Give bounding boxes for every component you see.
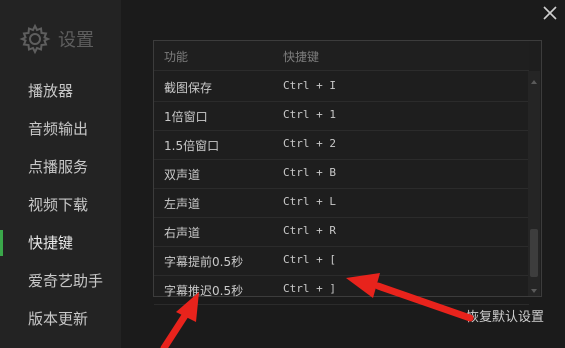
function-cell: 字幕推迟0.5秒 (164, 284, 244, 298)
sidebar-item[interactable]: 播放器 (0, 72, 121, 110)
close-icon (543, 6, 557, 20)
scroll-down-button[interactable] (528, 282, 540, 294)
triangle-up-icon (531, 80, 537, 84)
function-cell: 1倍窗口 (164, 110, 208, 124)
triangle-down-icon (531, 289, 537, 293)
reset-defaults-link[interactable]: 恢复默认设置 (466, 306, 544, 325)
sidebar-item[interactable]: 版本更新 (0, 300, 121, 338)
shortcut-cell[interactable]: Ctrl + B (283, 166, 336, 179)
sidebar-nav: 播放器 音频输出 点播服务 视频下载 快捷键 爱奇艺助手 版本更新 (0, 72, 121, 338)
sidebar-item[interactable]: 爱奇艺助手 (0, 262, 121, 300)
function-cell: 字幕提前0.5秒 (164, 255, 244, 269)
function-cell: 右声道 (164, 226, 201, 240)
shortcut-cell[interactable]: Ctrl + L (283, 195, 336, 208)
shortcut-cell[interactable]: Ctrl + 2 (283, 137, 336, 150)
table-body: 截图保存 Ctrl + I 1倍窗口 Ctrl + 1 1.5倍窗口 Ctrl + 2 双声… (154, 73, 529, 305)
sidebar-item[interactable]: 视频下载 (0, 186, 121, 224)
table-row[interactable]: 双声道 Ctrl + B (154, 160, 529, 189)
scroll-thumb[interactable] (530, 229, 538, 277)
gear-icon (18, 22, 52, 56)
shortcut-cell[interactable]: Ctrl + ] (283, 282, 336, 295)
sidebar: 设置 播放器 音频输出 点播服务 视频下载 快捷键 爱奇艺助手 版本更新 (0, 0, 121, 348)
sidebar-item[interactable]: 快捷键 (0, 224, 121, 262)
function-cell: 截图保存 (164, 81, 213, 95)
shortcut-cell[interactable]: Ctrl + R (283, 224, 336, 237)
table-row[interactable]: 字幕推迟0.5秒 Ctrl + ] (154, 276, 529, 305)
table-row[interactable]: 左声道 Ctrl + L (154, 189, 529, 218)
function-cell: 双声道 (164, 168, 201, 182)
vertical-scrollbar[interactable] (528, 71, 540, 296)
column-header-shortcut: 快捷键 (283, 50, 320, 64)
sidebar-item[interactable]: 点播服务 (0, 148, 121, 186)
table-row[interactable]: 截图保存 Ctrl + I (154, 73, 529, 102)
shortcut-cell[interactable]: Ctrl + I (283, 79, 336, 92)
shortcut-table: 功能 快捷键 截图保存 Ctrl + I 1倍窗口 Ctrl + 1 1.5倍窗口 Ctr… (153, 40, 542, 305)
scroll-up-button[interactable] (528, 73, 540, 85)
table-header: 功能 快捷键 (154, 41, 529, 71)
table-row[interactable]: 字幕提前0.5秒 Ctrl + [ (154, 247, 529, 276)
settings-header: 设置 (18, 22, 94, 56)
shortcut-cell[interactable]: Ctrl + 1 (283, 108, 336, 121)
close-button[interactable] (541, 4, 559, 22)
shortcut-cell[interactable]: Ctrl + [ (283, 253, 336, 266)
sidebar-item[interactable]: 音频输出 (0, 110, 121, 148)
function-cell: 1.5倍窗口 (164, 139, 220, 153)
column-header-function: 功能 (164, 50, 189, 64)
table-row[interactable]: 1.5倍窗口 Ctrl + 2 (154, 131, 529, 160)
page-title: 设置 (58, 30, 94, 51)
table-row[interactable]: 1倍窗口 Ctrl + 1 (154, 102, 529, 131)
function-cell: 左声道 (164, 197, 201, 211)
table-row[interactable]: 右声道 Ctrl + R (154, 218, 529, 247)
